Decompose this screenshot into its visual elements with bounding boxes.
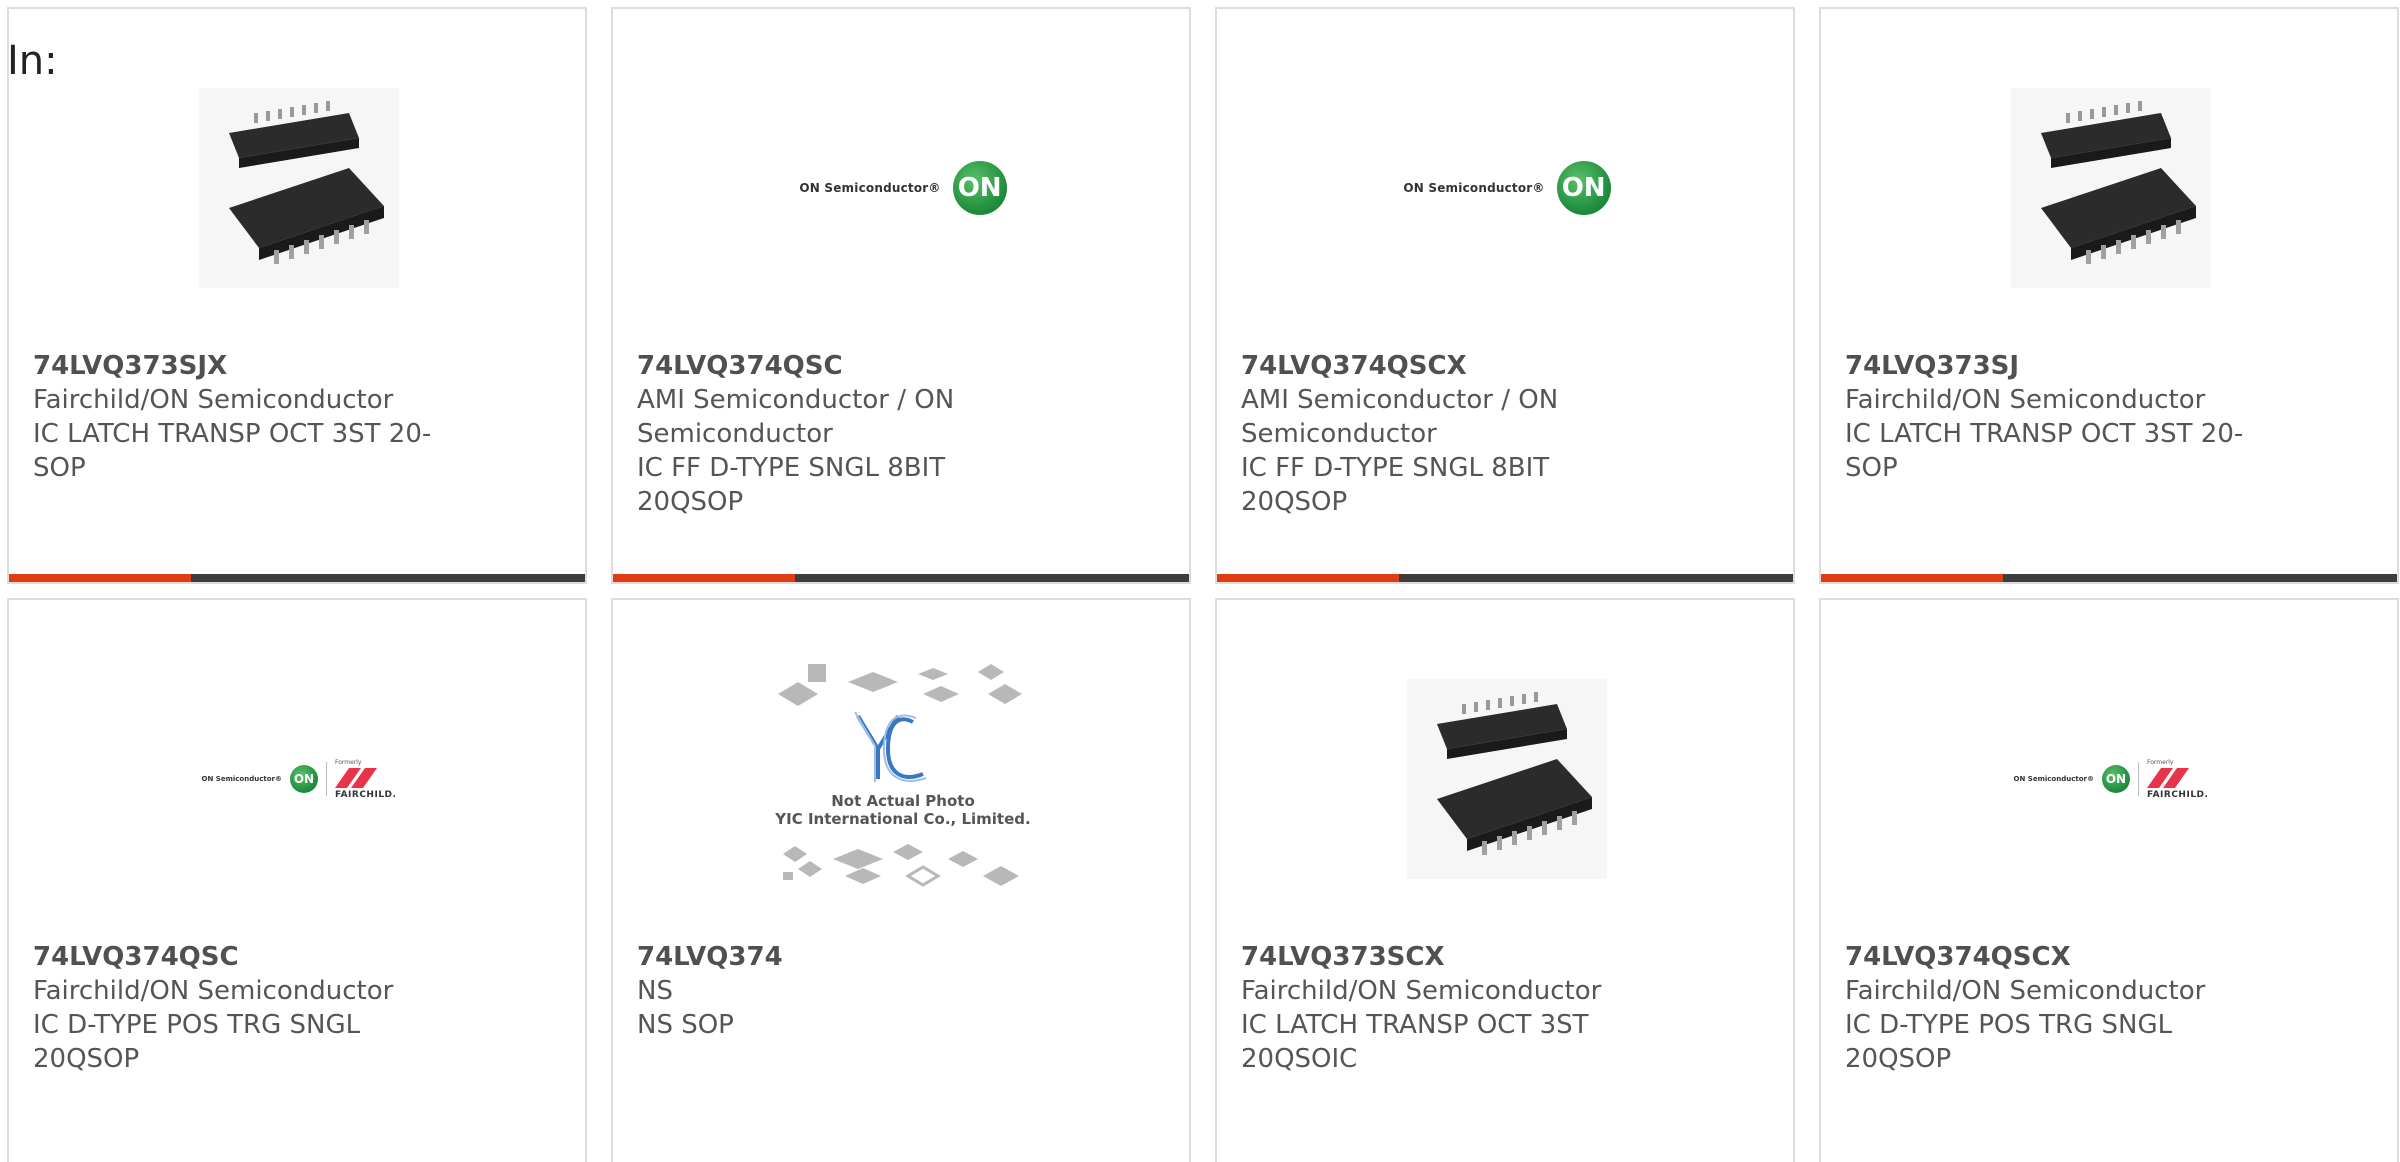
product-image[interactable] [1821,63,2397,313]
part-number[interactable]: 74LVQ374QSCX [1241,349,1661,383]
part-number[interactable]: 74LVQ374QSC [637,349,1057,383]
description: IC LATCH TRANSP OCT 3ST 20QSOIC [1241,1010,1589,1074]
description: IC FF D-TYPE SNGL 8BIT 20QSOP [637,453,946,517]
on-mark-icon: ON [289,765,318,793]
on-wordmark: ON Semiconductor® [201,775,282,783]
manufacturer: NS [637,976,673,1006]
product-info: 74LVQ374QSCX AMI Semiconductor / ON Semi… [1241,349,1661,519]
fairchild-slash-icon [334,767,377,788]
chip-photo-icon [199,88,399,288]
on-wordmark: ON Semiconductor® [2013,775,2094,783]
product-info: 74LVQ373SJX Fairchild/ON Semiconductor I… [33,349,453,485]
card-accent [613,574,795,582]
logo-divider [325,762,327,796]
product-image[interactable]: Not Actual Photo YIC International Co., … [613,654,1189,904]
on-fairchild-logo: ON Semiconductor® ON Formerly FAIRCHILD. [202,759,397,800]
card-footer-bar [1217,574,1793,582]
part-number[interactable]: 74LVQ374QSC [33,940,453,974]
not-actual-photo-caption: Not Actual Photo [831,792,975,810]
part-number[interactable]: 74LVQ373SJ [1845,349,2265,383]
product-image[interactable] [9,63,585,313]
fairchild-wordmark: FAIRCHILD. [2146,789,2209,800]
fairchild-slash-icon [2146,767,2189,788]
not-actual-photo-icon: Not Actual Photo YIC International Co., … [774,664,1031,887]
description: IC D-TYPE POS TRG SNGL 20QSOP [33,1010,361,1074]
fairchild-logo: Formerly FAIRCHILD. [334,758,397,800]
part-number[interactable]: 74LVQ374 [637,940,1057,974]
manufacturer: AMI Semiconductor / ON Semiconductor [1241,385,1559,449]
manufacturer: Fairchild/ON Semiconductor [1845,976,2206,1006]
on-mark-icon: ON [952,161,1007,215]
chip-photo-icon [2011,88,2211,288]
card-footer-bar [9,574,585,582]
logo-divider [2137,762,2139,796]
product-card[interactable]: Not Actual Photo YIC International Co., … [611,598,1191,1162]
formerly-label: Formerly [2146,758,2174,766]
on-semiconductor-logo: ON Semiconductor® ON [799,161,1007,215]
product-image[interactable]: ON Semiconductor® ON Formerly FAIRCHILD. [1821,654,2397,904]
description: IC LATCH TRANSP OCT 3ST 20-SOP [1845,419,2244,483]
fairchild-wordmark: FAIRCHILD. [334,789,397,800]
chip-photo-icon [1407,679,1607,879]
manufacturer: Fairchild/ON Semiconductor [33,976,394,1006]
fairchild-logo: Formerly FAIRCHILD. [2146,758,2209,800]
product-card[interactable]: ON Semiconductor® ON Formerly FAIRCHILD.… [1819,598,2399,1162]
card-footer-bar [1821,574,2397,582]
part-number[interactable]: 74LVQ373SCX [1241,940,1661,974]
on-semiconductor-logo: ON Semiconductor® ON [1403,161,1611,215]
product-image[interactable]: ON Semiconductor® ON Formerly FAIRCHILD. [9,654,585,904]
card-footer-bar [613,574,1189,582]
product-info: 74LVQ373SCX Fairchild/ON Semiconductor I… [1241,940,1661,1076]
product-info: 74LVQ374QSC Fairchild/ON Semiconductor I… [33,940,453,1076]
on-mark-icon: ON [1556,161,1611,215]
product-card[interactable]: 74LVQ373SJX Fairchild/ON Semiconductor I… [7,7,587,584]
part-number[interactable]: 74LVQ373SJX [33,349,453,383]
product-image[interactable] [1217,654,1793,904]
product-image[interactable]: ON Semiconductor® ON [613,63,1189,313]
on-fairchild-logo: ON Semiconductor® ON Formerly FAIRCHILD. [2014,759,2209,800]
card-accent [1217,574,1399,582]
on-wordmark: ON Semiconductor® [799,181,941,195]
product-info: 74LVQ374QSC AMI Semiconductor / ON Semic… [637,349,1057,519]
card-accent [1821,574,2003,582]
product-info: 74LVQ373SJ Fairchild/ON Semiconductor IC… [1845,349,2265,485]
manufacturer: Fairchild/ON Semiconductor [1241,976,1602,1006]
product-grid: 74LVQ373SJX Fairchild/ON Semiconductor I… [7,7,2399,1162]
product-card[interactable]: 74LVQ373SCX Fairchild/ON Semiconductor I… [1215,598,1795,1162]
formerly-label: Formerly [334,758,362,766]
card-accent [9,574,191,582]
manufacturer: Fairchild/ON Semiconductor [33,385,394,415]
product-grid-page: In: 74LVQ373SJX Fairchild/ON Semiconduct… [0,0,2400,1162]
product-info: 74LVQ374QSCX Fairchild/ON Semiconductor … [1845,940,2265,1076]
description: IC FF D-TYPE SNGL 8BIT 20QSOP [1241,453,1550,517]
on-wordmark: ON Semiconductor® [1403,181,1545,195]
yic-company-caption: YIC International Co., Limited. [774,810,1030,828]
manufacturer: Fairchild/ON Semiconductor [1845,385,2206,415]
product-card[interactable]: ON Semiconductor® ON 74LVQ374QSCX AMI Se… [1215,7,1795,584]
product-card[interactable]: 74LVQ373SJ Fairchild/ON Semiconductor IC… [1819,7,2399,584]
manufacturer: AMI Semiconductor / ON Semiconductor [637,385,955,449]
on-mark-icon: ON [2101,765,2130,793]
product-image[interactable]: ON Semiconductor® ON [1217,63,1793,313]
product-info: 74LVQ374 NS NS SOP [637,940,1057,1042]
product-card[interactable]: ON Semiconductor® ON 74LVQ374QSC AMI Sem… [611,7,1191,584]
description: IC D-TYPE POS TRG SNGL 20QSOP [1845,1010,2173,1074]
description: NS SOP [637,1010,734,1040]
part-number[interactable]: 74LVQ374QSCX [1845,940,2265,974]
filter-label: In: [7,38,58,84]
product-card[interactable]: ON Semiconductor® ON Formerly FAIRCHILD.… [7,598,587,1162]
description: IC LATCH TRANSP OCT 3ST 20-SOP [33,419,432,483]
